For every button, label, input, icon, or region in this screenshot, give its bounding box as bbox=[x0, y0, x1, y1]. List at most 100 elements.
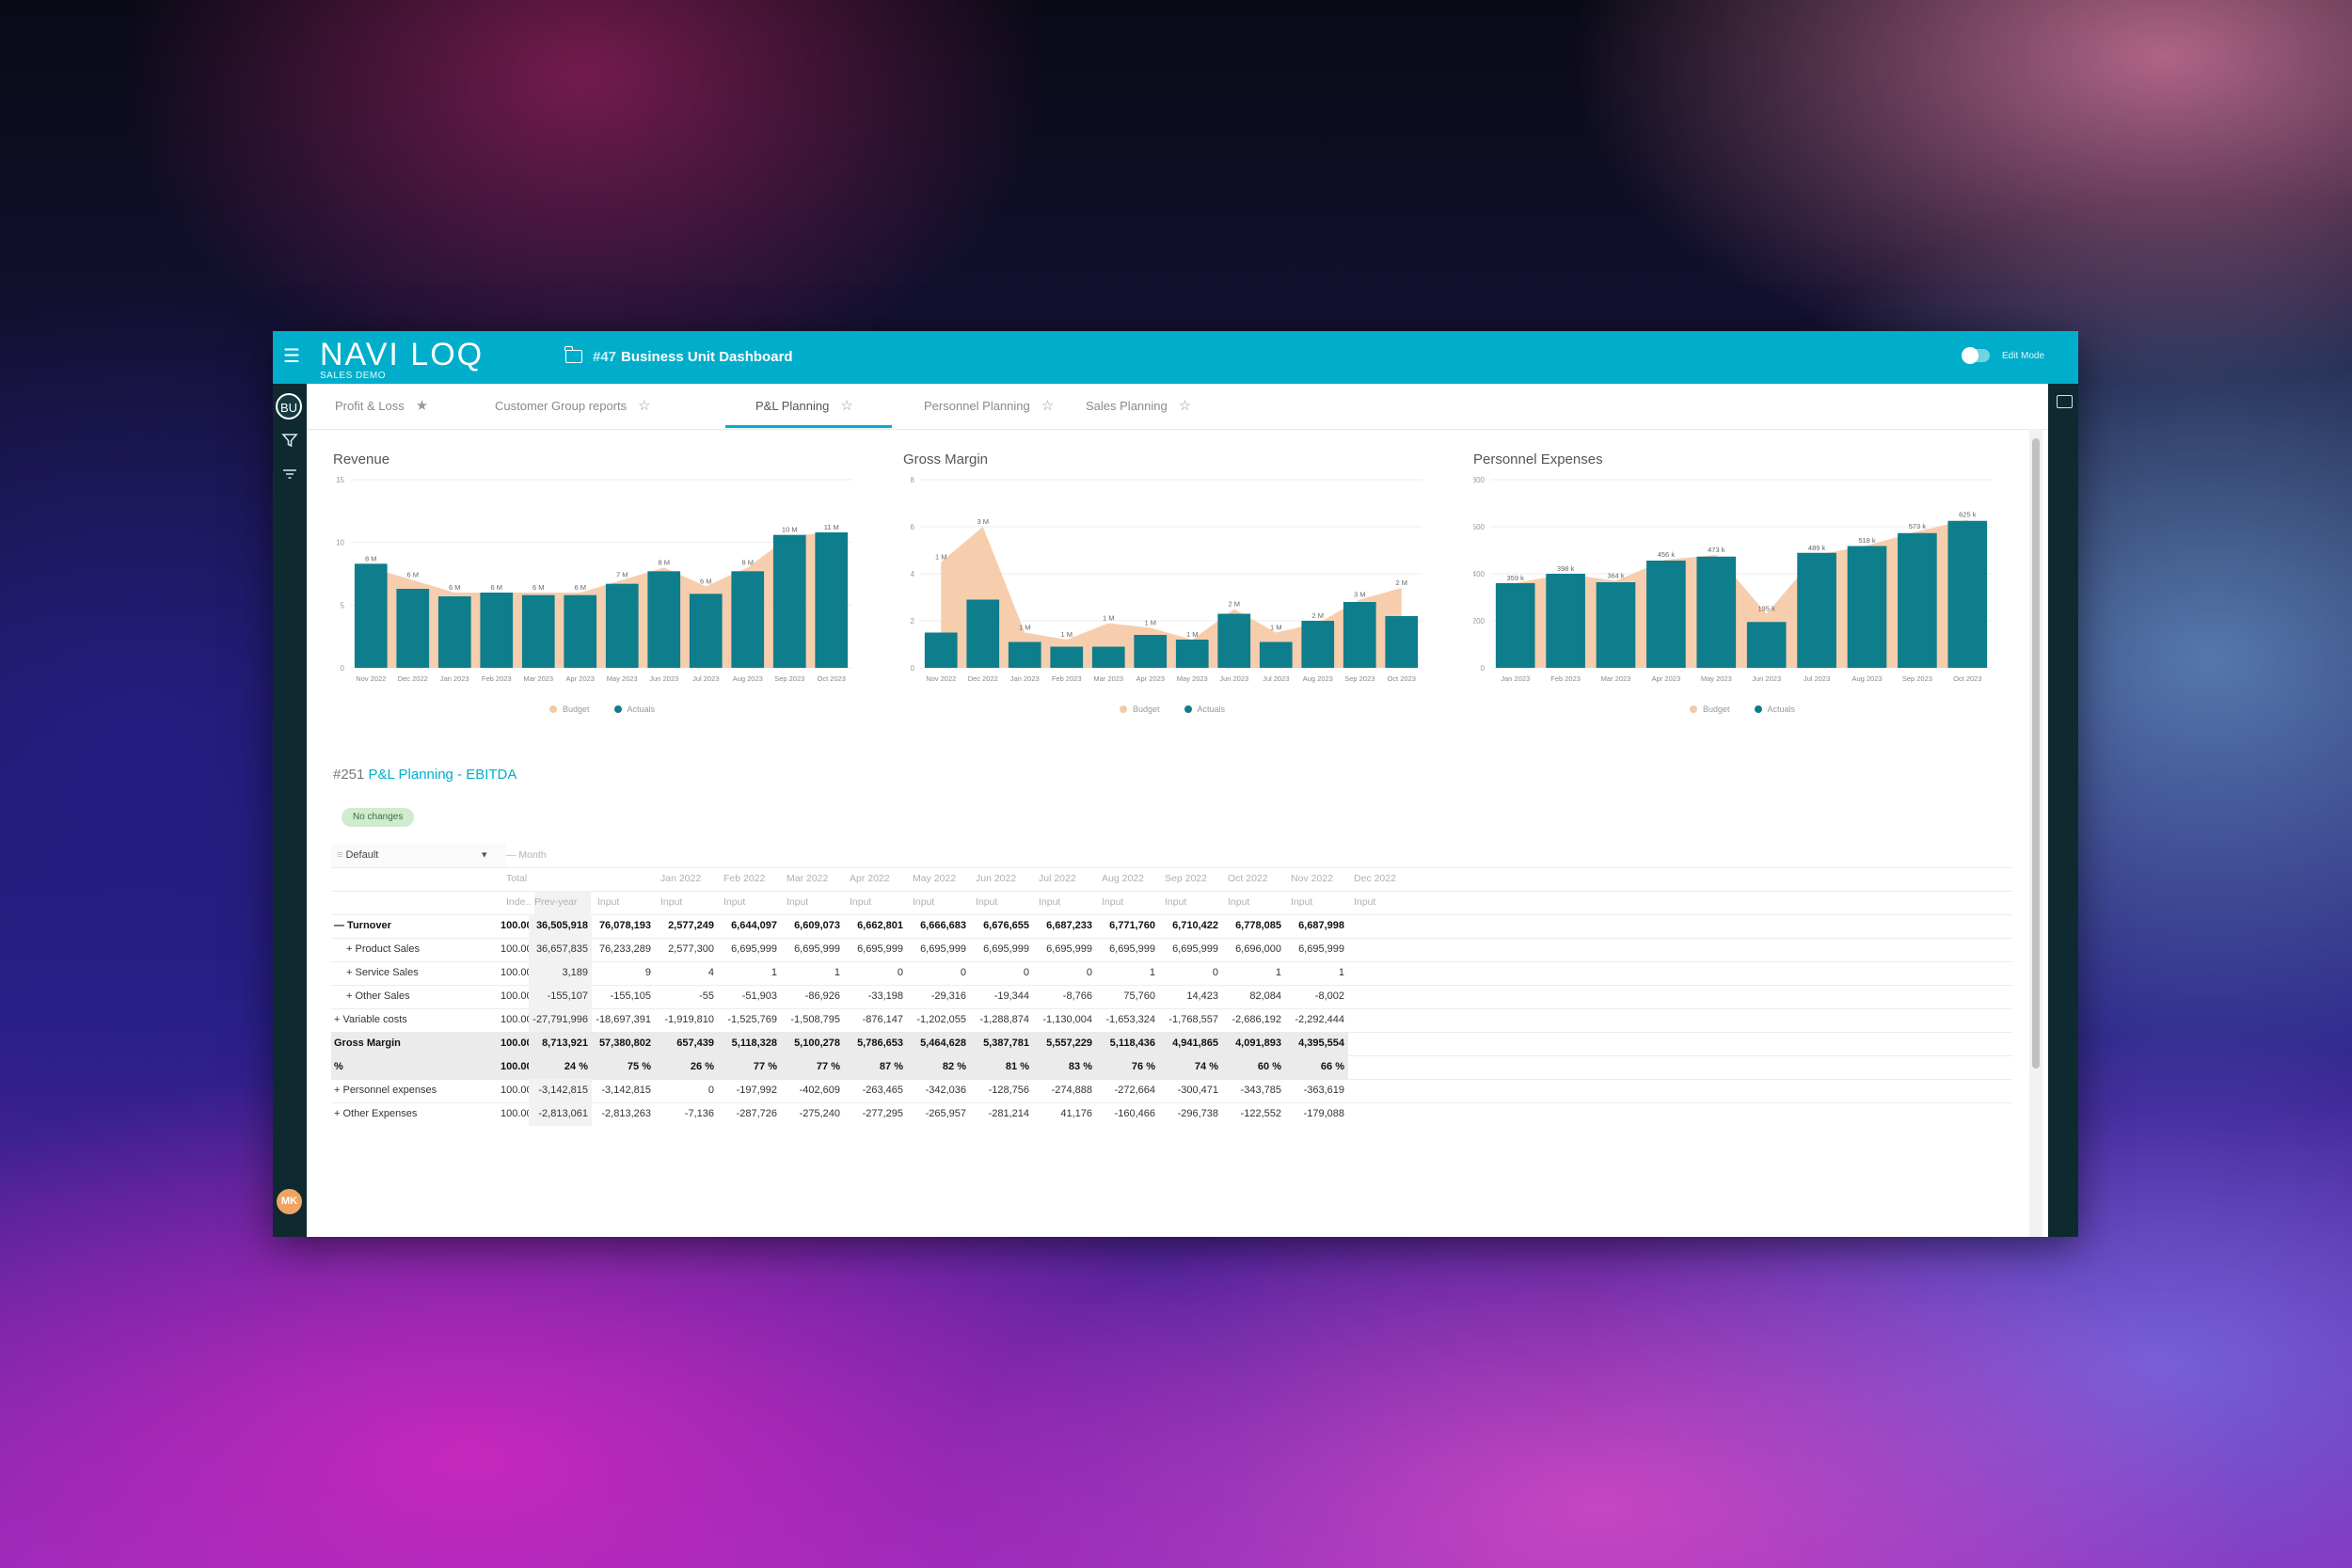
table-cell[interactable]: -86,926 bbox=[781, 985, 844, 1008]
table-cell[interactable]: 0 bbox=[844, 961, 907, 985]
table-cell[interactable]: -274,888 bbox=[1033, 1079, 1096, 1102]
table-cell[interactable]: -2,813,263 bbox=[592, 1102, 655, 1126]
table-cell[interactable]: -402,609 bbox=[781, 1079, 844, 1102]
table-cell[interactable]: 6,695,999 bbox=[907, 938, 970, 961]
business-unit-badge[interactable]: BU bbox=[276, 393, 302, 420]
table-cell[interactable]: -1,919,810 bbox=[655, 1008, 718, 1032]
table-cell[interactable]: -363,619 bbox=[1285, 1079, 1348, 1102]
table-cell[interactable]: 6,710,422 bbox=[1159, 914, 1222, 938]
table-cell[interactable]: 14,423 bbox=[1159, 985, 1222, 1008]
table-cell[interactable]: 1 bbox=[1222, 961, 1285, 985]
table-cell[interactable]: 6,609,073 bbox=[781, 914, 844, 938]
filter-icon[interactable] bbox=[279, 432, 300, 452]
table-cell[interactable]: -155,105 bbox=[592, 985, 655, 1008]
table-cell[interactable]: 1 bbox=[781, 961, 844, 985]
legend-item[interactable]: Budget bbox=[549, 705, 590, 714]
table-cell[interactable]: 76,078,193 bbox=[592, 914, 655, 938]
row-label[interactable]: + Product Sales bbox=[331, 938, 516, 961]
table-cell[interactable]: 5,100,278 bbox=[781, 1032, 844, 1055]
table-cell[interactable]: 66 % bbox=[1285, 1055, 1348, 1079]
table-cell[interactable]: 6,695,999 bbox=[718, 938, 781, 961]
table-cell[interactable]: -8,002 bbox=[1285, 985, 1348, 1008]
table-cell[interactable]: 0 bbox=[907, 961, 970, 985]
table-cell[interactable]: -51,903 bbox=[718, 985, 781, 1008]
view-select[interactable]: ≡ Default ▾ bbox=[331, 844, 506, 867]
table-cell[interactable]: 41,176 bbox=[1033, 1102, 1096, 1126]
table-cell[interactable]: -1,525,769 bbox=[718, 1008, 781, 1032]
table-cell[interactable]: -18,697,391 bbox=[592, 1008, 655, 1032]
table-cell[interactable]: -7,136 bbox=[655, 1102, 718, 1126]
table-cell[interactable]: 5,118,328 bbox=[718, 1032, 781, 1055]
table-cell[interactable]: 5,387,781 bbox=[970, 1032, 1033, 1055]
table-cell[interactable]: 6,644,097 bbox=[718, 914, 781, 938]
table-cell[interactable]: -281,214 bbox=[970, 1102, 1033, 1126]
app-logo[interactable]: NAVI LOQ bbox=[320, 339, 484, 371]
tab-sales-planning[interactable]: Sales Planning ☆ bbox=[1086, 384, 1191, 429]
table-cell[interactable]: 76,233,289 bbox=[592, 938, 655, 961]
table-cell[interactable]: 4,395,554 bbox=[1285, 1032, 1348, 1055]
chevron-down-icon[interactable]: ▾ bbox=[482, 844, 487, 867]
tab-profit-loss[interactable]: Profit & Loss ★ bbox=[335, 384, 428, 429]
table-cell[interactable]: -197,992 bbox=[718, 1079, 781, 1102]
row-label[interactable]: + Variable costs bbox=[331, 1008, 503, 1032]
table-cell[interactable]: 6,687,998 bbox=[1285, 914, 1348, 938]
star-outline-icon[interactable]: ☆ bbox=[1041, 398, 1054, 414]
table-cell[interactable]: -272,664 bbox=[1096, 1079, 1159, 1102]
table-cell[interactable]: 4,941,865 bbox=[1159, 1032, 1222, 1055]
table-cell[interactable]: 0 bbox=[1159, 961, 1222, 985]
table-cell[interactable]: 5,118,436 bbox=[1096, 1032, 1159, 1055]
star-outline-icon[interactable]: ☆ bbox=[840, 398, 852, 414]
hamburger-menu-icon[interactable]: ☰ bbox=[282, 347, 301, 366]
table-cell[interactable]: 76 % bbox=[1096, 1055, 1159, 1079]
table-cell[interactable]: -296,738 bbox=[1159, 1102, 1222, 1126]
star-filled-icon[interactable]: ★ bbox=[416, 398, 428, 414]
table-cell[interactable]: 2,577,249 bbox=[655, 914, 718, 938]
table-cell[interactable]: 657,439 bbox=[655, 1032, 718, 1055]
table-cell[interactable]: 6,695,999 bbox=[1159, 938, 1222, 961]
table-cell[interactable]: -1,508,795 bbox=[781, 1008, 844, 1032]
table-cell[interactable]: 6,662,801 bbox=[844, 914, 907, 938]
table-cell[interactable]: -287,726 bbox=[718, 1102, 781, 1126]
legend-item[interactable]: Actuals bbox=[613, 705, 655, 714]
tab-customer-group-reports[interactable]: Customer Group reports ☆ bbox=[495, 384, 651, 429]
table-cell[interactable]: 6,695,999 bbox=[844, 938, 907, 961]
table-cell[interactable]: 0 bbox=[970, 961, 1033, 985]
row-label[interactable]: + Other Expenses bbox=[331, 1102, 503, 1126]
table-cell[interactable]: -19,344 bbox=[970, 985, 1033, 1008]
table-cell[interactable]: 5,786,653 bbox=[844, 1032, 907, 1055]
table-cell[interactable]: 82 % bbox=[907, 1055, 970, 1079]
table-cell[interactable]: 77 % bbox=[718, 1055, 781, 1079]
row-label[interactable]: % bbox=[331, 1055, 503, 1079]
table-cell[interactable]: -1,202,055 bbox=[907, 1008, 970, 1032]
table-cell[interactable]: 60 % bbox=[1222, 1055, 1285, 1079]
tab-personnel-planning[interactable]: Personnel Planning ☆ bbox=[924, 384, 1054, 429]
table-cell[interactable]: 6,687,233 bbox=[1033, 914, 1096, 938]
table-cell[interactable]: -1,768,557 bbox=[1159, 1008, 1222, 1032]
table-cell[interactable]: 82,084 bbox=[1222, 985, 1285, 1008]
table-cell[interactable]: 2,577,300 bbox=[655, 938, 718, 961]
legend-item[interactable]: Actuals bbox=[1184, 705, 1225, 714]
table-cell[interactable]: -128,756 bbox=[970, 1079, 1033, 1102]
table-cell[interactable]: 6,695,999 bbox=[970, 938, 1033, 961]
table-cell[interactable]: -343,785 bbox=[1222, 1079, 1285, 1102]
table-cell[interactable]: -277,295 bbox=[844, 1102, 907, 1126]
table-cell[interactable]: -265,957 bbox=[907, 1102, 970, 1126]
table-cell[interactable]: -122,552 bbox=[1222, 1102, 1285, 1126]
row-label[interactable]: — Turnover bbox=[331, 914, 503, 938]
table-cell[interactable]: -342,036 bbox=[907, 1079, 970, 1102]
table-cell[interactable]: -263,465 bbox=[844, 1079, 907, 1102]
table-cell[interactable]: -275,240 bbox=[781, 1102, 844, 1126]
table-cell[interactable]: -876,147 bbox=[844, 1008, 907, 1032]
table-cell[interactable]: -2,686,192 bbox=[1222, 1008, 1285, 1032]
table-cell[interactable]: 87 % bbox=[844, 1055, 907, 1079]
table-cell[interactable]: 75 % bbox=[592, 1055, 655, 1079]
column-group-label[interactable]: — Month bbox=[506, 844, 694, 867]
filter-list-icon[interactable] bbox=[279, 466, 300, 486]
table-cell[interactable]: 75,760 bbox=[1096, 985, 1159, 1008]
comments-icon[interactable] bbox=[2057, 395, 2073, 408]
scrollbar-thumb[interactable] bbox=[2032, 438, 2040, 1069]
table-cell[interactable]: 6,771,760 bbox=[1096, 914, 1159, 938]
table-cell[interactable]: 6,695,999 bbox=[1285, 938, 1348, 961]
table-cell[interactable]: 0 bbox=[655, 1079, 718, 1102]
vertical-scrollbar[interactable] bbox=[2029, 429, 2042, 1237]
